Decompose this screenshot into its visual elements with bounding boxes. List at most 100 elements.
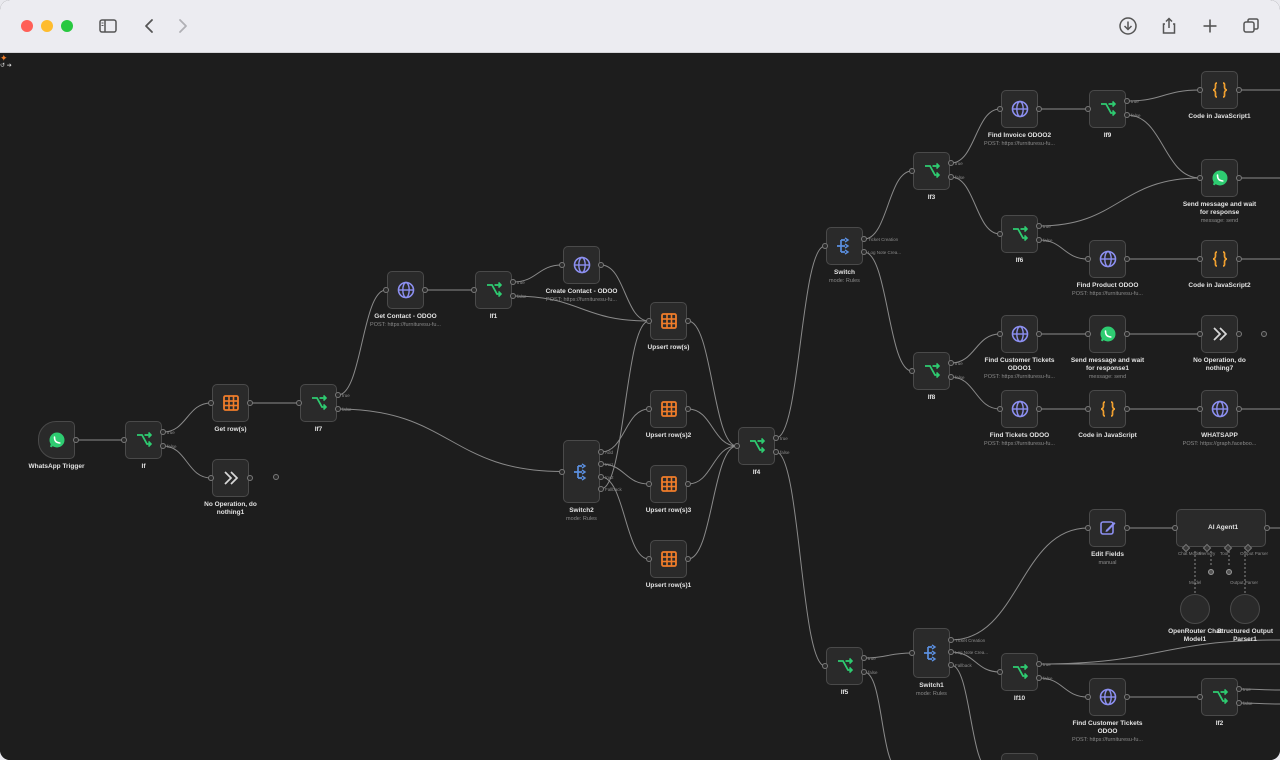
output-port[interactable] bbox=[247, 475, 253, 481]
node-switch2[interactable] bbox=[563, 440, 600, 503]
output-port-false[interactable] bbox=[773, 449, 779, 455]
input-port[interactable] bbox=[1085, 406, 1091, 412]
node-find-tickets[interactable] bbox=[1001, 390, 1038, 428]
output-port-true[interactable] bbox=[510, 279, 516, 285]
close-window-button[interactable] bbox=[21, 20, 33, 32]
node-partial-offscreen[interactable] bbox=[1001, 753, 1038, 760]
input-port[interactable] bbox=[997, 331, 1003, 337]
input-port[interactable] bbox=[646, 318, 652, 324]
input-port[interactable] bbox=[734, 443, 740, 449]
connection-edge[interactable] bbox=[775, 451, 826, 667]
input-port[interactable] bbox=[1197, 87, 1203, 93]
output-port[interactable] bbox=[1124, 331, 1130, 337]
connection-edge[interactable] bbox=[863, 671, 900, 760]
output-port-true[interactable] bbox=[1036, 223, 1042, 229]
input-port[interactable] bbox=[471, 287, 477, 293]
node-create-contact[interactable] bbox=[563, 246, 600, 284]
add-node-port[interactable] bbox=[273, 474, 279, 480]
zoom-window-button[interactable] bbox=[61, 20, 73, 32]
node-whatsapp-trigger[interactable] bbox=[38, 421, 75, 459]
input-port[interactable] bbox=[1085, 525, 1091, 531]
input-port[interactable] bbox=[646, 481, 652, 487]
connection-edge[interactable] bbox=[1038, 239, 1089, 260]
output-port[interactable] bbox=[598, 262, 604, 268]
node-if6[interactable] bbox=[1001, 215, 1038, 253]
connection-edge[interactable] bbox=[162, 445, 212, 479]
connection-edge[interactable] bbox=[600, 408, 650, 453]
connection-edge[interactable] bbox=[863, 251, 913, 372]
node-no-op7[interactable] bbox=[1201, 315, 1238, 353]
node-code-js2[interactable] bbox=[1201, 240, 1238, 278]
output-port-false[interactable] bbox=[861, 669, 867, 675]
input-port[interactable] bbox=[559, 468, 565, 475]
input-port[interactable] bbox=[383, 287, 389, 293]
node-find-cust-tickets1[interactable] bbox=[1001, 315, 1038, 353]
node-send-msg1[interactable] bbox=[1089, 315, 1126, 353]
connection-edge[interactable] bbox=[337, 408, 563, 472]
node-upsert-rows[interactable] bbox=[650, 302, 687, 340]
input-port[interactable] bbox=[822, 663, 828, 669]
input-port[interactable] bbox=[1085, 256, 1091, 262]
agent-add-port[interactable] bbox=[1226, 569, 1232, 575]
output-port[interactable] bbox=[685, 556, 691, 562]
output-port-false[interactable] bbox=[160, 443, 166, 449]
minimize-window-button[interactable] bbox=[41, 20, 53, 32]
output-port[interactable] bbox=[861, 249, 867, 255]
output-port[interactable] bbox=[685, 318, 691, 324]
output-port-true[interactable] bbox=[948, 360, 954, 366]
output-port[interactable] bbox=[1124, 525, 1130, 531]
input-port[interactable] bbox=[909, 650, 915, 656]
output-port-true[interactable] bbox=[335, 392, 341, 398]
node-openrouter[interactable] bbox=[1180, 594, 1210, 624]
input-port[interactable] bbox=[1085, 331, 1091, 337]
connection-edge[interactable] bbox=[1038, 177, 1201, 227]
connection-edge[interactable] bbox=[1126, 114, 1201, 179]
sidebar-toggle-icon[interactable] bbox=[96, 14, 120, 38]
input-port[interactable] bbox=[1197, 175, 1203, 181]
output-port-true[interactable] bbox=[861, 655, 867, 661]
output-port[interactable] bbox=[1236, 175, 1242, 181]
node-if[interactable] bbox=[125, 421, 162, 459]
connection-edge[interactable] bbox=[950, 176, 1001, 235]
node-if5[interactable] bbox=[826, 647, 863, 685]
output-port[interactable] bbox=[1124, 256, 1130, 262]
node-if2[interactable] bbox=[1201, 678, 1238, 716]
input-port[interactable] bbox=[997, 106, 1003, 112]
connection-edge[interactable] bbox=[950, 376, 1001, 410]
node-find-invoice[interactable] bbox=[1001, 90, 1038, 128]
node-if9[interactable] bbox=[1089, 90, 1126, 128]
node-send-msg[interactable] bbox=[1201, 159, 1238, 197]
node-upsert-rows1[interactable] bbox=[650, 540, 687, 578]
connection-edge[interactable] bbox=[162, 402, 212, 433]
input-port[interactable] bbox=[1197, 406, 1203, 412]
output-port-false[interactable] bbox=[948, 374, 954, 380]
input-port[interactable] bbox=[1197, 256, 1203, 262]
agent-add-port[interactable] bbox=[1208, 569, 1214, 575]
connection-edge[interactable] bbox=[950, 664, 990, 760]
node-upsert-rows3[interactable] bbox=[650, 465, 687, 503]
output-port-false[interactable] bbox=[1036, 237, 1042, 243]
node-if8[interactable] bbox=[913, 352, 950, 390]
output-port-true[interactable] bbox=[773, 435, 779, 441]
output-port[interactable] bbox=[1236, 256, 1242, 262]
connection-edge[interactable] bbox=[950, 527, 1089, 641]
output-port-false[interactable] bbox=[510, 293, 516, 299]
node-code-js[interactable] bbox=[1089, 390, 1126, 428]
output-port[interactable] bbox=[73, 437, 79, 443]
node-if7[interactable] bbox=[300, 384, 337, 422]
output-port[interactable] bbox=[1036, 106, 1042, 112]
input-port[interactable] bbox=[208, 400, 214, 406]
input-port[interactable] bbox=[1172, 525, 1178, 531]
output-port-false[interactable] bbox=[1036, 675, 1042, 681]
input-port[interactable] bbox=[646, 406, 652, 412]
input-port[interactable] bbox=[997, 406, 1003, 412]
output-port-true[interactable] bbox=[948, 160, 954, 166]
connection-edge[interactable] bbox=[687, 445, 738, 560]
output-port-true[interactable] bbox=[1036, 661, 1042, 667]
input-port[interactable] bbox=[822, 243, 828, 249]
node-if3[interactable] bbox=[913, 152, 950, 190]
input-port[interactable] bbox=[997, 231, 1003, 237]
node-if4[interactable] bbox=[738, 427, 775, 465]
node-switch[interactable] bbox=[826, 227, 863, 265]
output-port-true[interactable] bbox=[160, 429, 166, 435]
